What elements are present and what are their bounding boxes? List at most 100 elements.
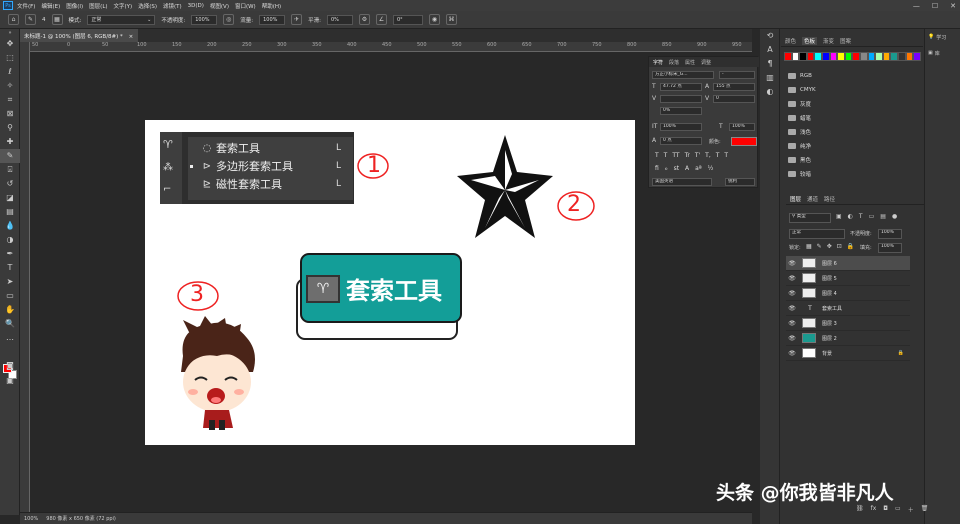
tab-properties[interactable]: 属性 <box>685 59 695 66</box>
learn-button[interactable]: 💡 学习 <box>925 29 960 45</box>
tracking-field[interactable]: 0 <box>713 95 755 103</box>
titling-icon[interactable]: A <box>685 165 689 174</box>
color-swatch[interactable] <box>859 52 868 61</box>
leading-field[interactable]: 155 点 <box>713 83 755 91</box>
filter-toggle-icon[interactable]: ● <box>892 213 897 220</box>
menu-select[interactable]: 选择(S) <box>138 2 157 10</box>
strikethrough-button[interactable]: T <box>724 152 728 161</box>
type-filter-icon[interactable]: T <box>859 213 863 220</box>
brush-preset-icon[interactable]: ✎ <box>25 14 36 25</box>
eye-icon[interactable]: 👁 <box>786 305 798 312</box>
zoom-tool-icon[interactable]: 🔍 <box>0 317 20 331</box>
gear-icon[interactable]: ⚙ <box>358 14 370 25</box>
menu-image[interactable]: 图像(I) <box>66 2 83 10</box>
superscript-button[interactable]: T' <box>695 152 700 161</box>
airbrush-icon[interactable]: ✈ <box>291 14 303 25</box>
minimize-button[interactable]: — <box>913 2 920 10</box>
tab-channels[interactable]: 通道 <box>807 195 818 203</box>
subscript-button[interactable]: T, <box>705 152 711 161</box>
rectangle-tool-icon[interactable]: ▭ <box>0 289 20 303</box>
menu-help[interactable]: 帮助(H) <box>262 2 281 10</box>
menu-window[interactable]: 窗口(W) <box>235 2 256 10</box>
color-swatch[interactable] <box>791 52 800 61</box>
smooth-field[interactable]: 0% <box>326 14 353 25</box>
eye-icon[interactable]: 👁 <box>786 320 798 327</box>
layer-row[interactable]: 👁 图层 5 <box>786 271 910 286</box>
tab-adjustments[interactable]: 调整 <box>701 59 711 66</box>
swatch-folder[interactable]: 灰度 <box>788 98 811 110</box>
color-swatch[interactable] <box>814 52 822 61</box>
mode-select[interactable]: 正常 ⌄ <box>87 14 156 25</box>
horizontal-scale-field[interactable]: 100% <box>729 123 755 131</box>
close-tab-icon[interactable]: × <box>129 34 134 40</box>
screen-mode-icon[interactable]: ▣ <box>0 374 20 388</box>
color-swatch[interactable] <box>844 52 853 61</box>
eraser-tool-icon[interactable]: ◪ <box>0 191 20 205</box>
eye-icon[interactable]: 👁 <box>786 275 798 282</box>
pen-tool-icon[interactable]: ✒ <box>0 247 20 261</box>
move-tool-icon[interactable]: ✥ <box>0 37 20 51</box>
eye-icon[interactable]: 👁 <box>786 260 798 267</box>
layer-fill-field[interactable]: 100% <box>878 243 902 253</box>
brush-panel-icon[interactable]: ▦ <box>51 14 63 25</box>
color-swatch[interactable] <box>897 52 906 61</box>
smart-filter-icon[interactable]: ▤ <box>880 213 886 220</box>
antialias-select[interactable]: 锐利 <box>725 178 755 186</box>
layer-row[interactable]: 👁 图层 3 <box>786 316 910 331</box>
blend-mode-select[interactable]: 正常 <box>789 229 845 239</box>
shape-filter-icon[interactable]: ▭ <box>869 213 875 220</box>
color-swatch[interactable] <box>806 52 815 61</box>
layer-opacity-field[interactable]: 100% <box>878 229 902 239</box>
swatch-folder[interactable]: 浅色 <box>788 126 811 138</box>
layer-row[interactable]: 👁 图层 2 <box>786 331 910 346</box>
fx-icon[interactable]: fx <box>871 505 877 514</box>
ordinals-icon[interactable]: aª <box>695 165 702 174</box>
color-swatch[interactable] <box>784 52 792 61</box>
pressure-opacity-icon[interactable]: ◎ <box>223 14 235 25</box>
tab-paths[interactable]: 路径 <box>824 195 835 203</box>
language-select[interactable]: 美国英语 <box>652 178 712 186</box>
color-swatch[interactable] <box>837 52 845 61</box>
home-icon[interactable]: ⌂ <box>8 14 19 25</box>
swatch-folder[interactable]: CMYK <box>788 84 816 96</box>
fractions-icon[interactable]: ½ <box>708 165 714 174</box>
color-swatch[interactable] <box>829 52 838 61</box>
layer-row[interactable]: 👁 T 套索工具 <box>786 301 910 316</box>
menu-type[interactable]: 文字(Y) <box>114 2 133 10</box>
color-swatch[interactable] <box>913 52 921 61</box>
vertical-scale-field[interactable]: 100% <box>660 123 702 131</box>
color-swatch[interactable] <box>905 52 914 61</box>
small-caps-button[interactable]: Tr <box>685 152 690 161</box>
gradient-tool-icon[interactable]: ▤ <box>0 205 20 219</box>
swash-icon[interactable]: ℴ <box>665 165 668 174</box>
brush-tool-icon[interactable]: ✎ <box>0 149 20 163</box>
color-swatch[interactable] <box>821 52 830 61</box>
libraries-button[interactable]: ▣ 库 <box>925 45 960 61</box>
properties-icon[interactable]: ▥ <box>760 71 780 85</box>
ligature-icon[interactable]: fi <box>655 165 659 174</box>
color-swatch[interactable] <box>882 52 891 61</box>
character-panel-icon[interactable]: A <box>760 43 780 57</box>
font-size-field[interactable]: 47.72 点 <box>660 83 702 91</box>
trash-icon[interactable]: 🗑 <box>921 505 929 514</box>
zoom-level[interactable]: 100% <box>24 516 38 522</box>
type-tool-icon[interactable]: T <box>0 261 20 275</box>
adjustment-filter-icon[interactable]: ◐ <box>848 213 853 220</box>
adjustments-icon[interactable]: ◐ <box>760 85 780 99</box>
color-swatch[interactable] <box>799 52 807 61</box>
swatch-folder[interactable]: 较暗 <box>788 168 811 180</box>
menu-file[interactable]: 文件(F) <box>17 2 35 10</box>
lock-artboard-icon[interactable]: ⊡ <box>837 243 842 250</box>
faux-italic-button[interactable]: T <box>664 152 668 161</box>
menu-view[interactable]: 视图(V) <box>210 2 229 10</box>
faux-bold-button[interactable]: T <box>655 152 659 161</box>
swatch-folder[interactable]: RGB <box>788 70 812 82</box>
document-canvas[interactable]: ♈ ⁂ ⌐ ◌ 套索工具 L ⊳ 多边形套索工具 L ⊵ 磁性套索工具 L 1 … <box>145 120 635 445</box>
tab-layers[interactable]: 图层 <box>790 195 801 203</box>
panel-collapse-icon[interactable]: » <box>0 29 20 37</box>
menu-3d[interactable]: 3D(D) <box>188 3 204 9</box>
color-swatch[interactable] <box>867 52 876 61</box>
lock-all-icon[interactable]: 🔒 <box>847 243 854 250</box>
path-select-tool-icon[interactable]: ➤ <box>0 275 20 289</box>
angle-field[interactable]: 0° <box>392 14 423 25</box>
